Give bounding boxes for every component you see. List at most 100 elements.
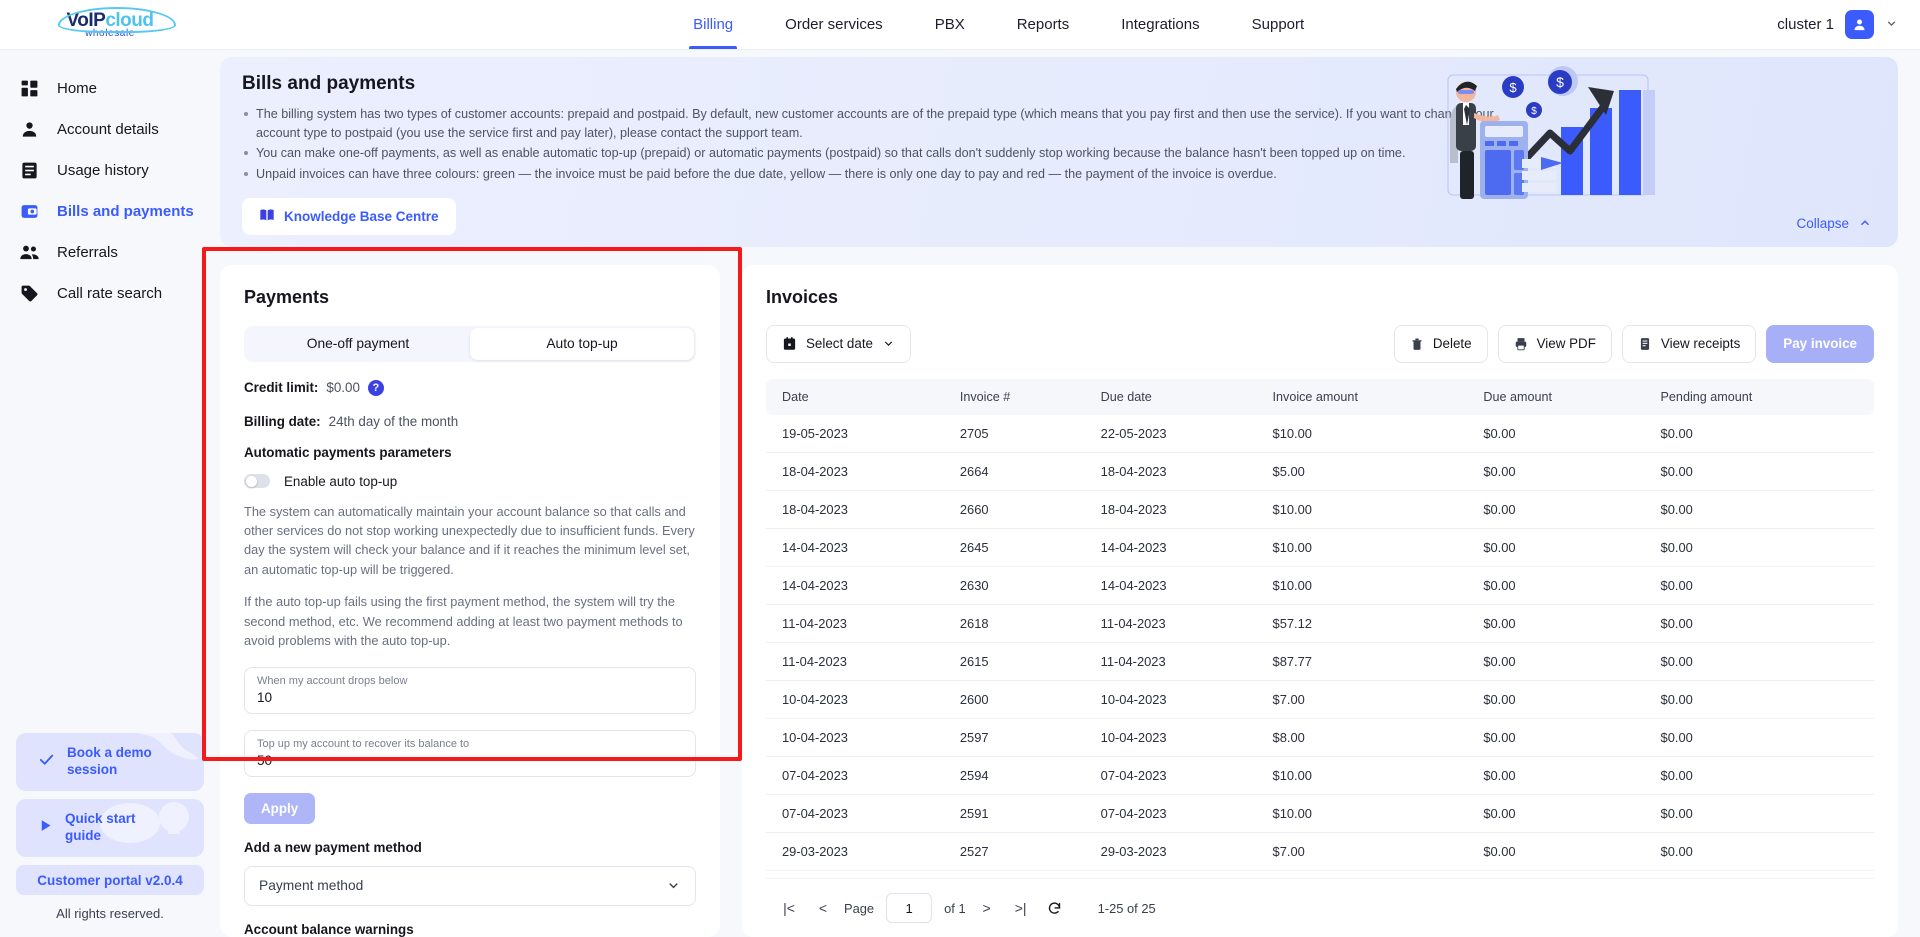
next-page-icon[interactable]: > bbox=[970, 893, 1004, 923]
payments-panel: Payments One-off payment Auto top-up Cre… bbox=[220, 264, 720, 937]
delete-label: Delete bbox=[1432, 336, 1472, 351]
help-icon[interactable]: ? bbox=[367, 379, 384, 396]
cell-due-date: 14-04-2023 bbox=[1090, 566, 1263, 605]
column-header-pending-amount: Pending amount bbox=[1650, 378, 1874, 415]
sidebar-item-home[interactable]: Home bbox=[0, 68, 220, 109]
cell-pending-amount: $0.00 bbox=[1650, 604, 1874, 643]
cell-due-amount: $0.00 bbox=[1473, 452, 1651, 491]
tab-label: Auto top-up bbox=[546, 336, 618, 351]
cell-pending-amount: $0.00 bbox=[1650, 680, 1874, 719]
cell-invoice-amount: $10.00 bbox=[1262, 870, 1474, 878]
delete-button[interactable]: Delete bbox=[1393, 324, 1488, 363]
table-row[interactable]: 07-04-2023 2591 07-04-2023 $10.00 $0.00 $0.00 bbox=[766, 794, 1874, 833]
banner-illustration: $ $ $ bbox=[1447, 66, 1655, 199]
cell-invoice-number: 2618 bbox=[949, 604, 1091, 643]
table-row[interactable]: 18-04-2023 2664 18-04-2023 $5.00 $0.00 $0.00 bbox=[766, 452, 1874, 491]
recover-balance-field[interactable]: Top up my account to recover its balance… bbox=[244, 729, 696, 777]
sidebar-item-usage-history[interactable]: Usage history bbox=[0, 150, 220, 191]
nav-label: Billing bbox=[693, 16, 734, 33]
select-date-button[interactable]: Select date bbox=[766, 324, 911, 363]
first-page-icon[interactable]: |< bbox=[772, 893, 806, 923]
sidebar-item-call-rate-search[interactable]: Call rate search bbox=[0, 273, 220, 314]
user-menu[interactable]: cluster 1 bbox=[1777, 10, 1920, 39]
printer-icon bbox=[1515, 337, 1526, 350]
cell-invoice-amount: $87.77 bbox=[1262, 642, 1474, 681]
sidebar-item-account-details[interactable]: Account details bbox=[0, 109, 220, 150]
table-row[interactable]: 10-04-2023 2597 10-04-2023 $8.00 $0.00 $0.00 bbox=[766, 718, 1874, 757]
main-navigation: Billing Order services PBX Reports Integ… bbox=[220, 0, 1777, 49]
previous-page-icon[interactable]: < bbox=[806, 893, 840, 923]
invoices-title: Invoices bbox=[766, 286, 839, 307]
wallet-icon bbox=[18, 201, 40, 223]
chevron-down-icon bbox=[669, 883, 678, 889]
sidebar-item-referrals[interactable]: Referrals bbox=[0, 232, 220, 273]
cell-due-amount: $0.00 bbox=[1473, 566, 1651, 605]
customer-portal-version[interactable]: Customer portal v2.0.4 bbox=[16, 865, 204, 895]
sidebar-item-bills-and-payments[interactable]: Bills and payments bbox=[0, 191, 220, 232]
of-pages-label: of 1 bbox=[944, 900, 966, 916]
apply-button[interactable]: Apply bbox=[244, 792, 316, 824]
avatar[interactable] bbox=[1845, 10, 1874, 39]
receipt-icon bbox=[1640, 337, 1649, 350]
knowledge-base-centre-button[interactable]: Knowledge Base Centre bbox=[242, 197, 456, 235]
nav-label: PBX bbox=[934, 16, 965, 33]
billing-date-row: Billing date: 24th day of the month bbox=[244, 414, 696, 429]
banner-bullet: The billing system has two types of cust… bbox=[242, 105, 1527, 142]
page-number-input[interactable]: 1 bbox=[886, 893, 933, 923]
tab-auto-top-up[interactable]: Auto top-up bbox=[470, 327, 694, 360]
view-receipts-button[interactable]: View receipts bbox=[1621, 324, 1757, 363]
book-demo-session-button[interactable]: Book a demo session bbox=[16, 733, 204, 791]
cell-pending-amount: $0.00 bbox=[1650, 490, 1874, 529]
brand-logo[interactable]: VoIPcloud wholesale bbox=[0, 6, 220, 39]
enable-auto-topup-row: Enable auto top-up bbox=[244, 474, 696, 489]
table-row[interactable]: 29-03-2023252429-03-2023$10.00$0.00$0.00 bbox=[766, 870, 1874, 878]
sidebar-footer: Book a demo session Quick start guide Cu… bbox=[0, 733, 220, 937]
nav-item-integrations[interactable]: Integrations bbox=[1095, 0, 1225, 49]
invoices-table-scroll[interactable]: Date Invoice # Due date Invoice amount D… bbox=[766, 363, 1874, 878]
payment-method-placeholder: Payment method bbox=[259, 878, 364, 894]
sidebar-item-label: Home bbox=[57, 80, 98, 97]
table-row[interactable]: 14-04-2023 2645 14-04-2023 $10.00 $0.00 $0.00 bbox=[766, 528, 1874, 567]
nav-item-support[interactable]: Support bbox=[1226, 0, 1331, 49]
table-row[interactable]: 18-04-2023 2660 18-04-2023 $10.00 $0.00 $0.00 bbox=[766, 490, 1874, 529]
drops-below-label: When my account drops below bbox=[257, 674, 408, 687]
collapse-banner-button[interactable]: Collapse bbox=[1796, 216, 1872, 231]
tab-one-off-payment[interactable]: One-off payment bbox=[246, 328, 470, 360]
cell-invoice-number: 2645 bbox=[949, 528, 1091, 567]
table-row[interactable]: 11-04-2023 2618 11-04-2023 $57.12 $0.00 $0.00 bbox=[766, 604, 1874, 643]
cell-invoice-amount: $8.00 bbox=[1262, 718, 1474, 757]
refresh-icon[interactable] bbox=[1038, 893, 1072, 923]
nav-item-reports[interactable]: Reports bbox=[991, 0, 1096, 49]
pay-invoice-button[interactable]: Pay invoice bbox=[1766, 324, 1874, 363]
recover-balance-label: Top up my account to recover its balance… bbox=[257, 737, 470, 750]
enable-auto-topup-toggle[interactable] bbox=[244, 474, 270, 488]
table-row[interactable]: 19-05-2023 2705 22-05-2023 $10.00 $0.00 $0.00 bbox=[766, 414, 1874, 453]
cell-invoice-number: 2660 bbox=[949, 490, 1091, 529]
payment-method-select[interactable]: Payment method bbox=[244, 865, 696, 906]
cell-invoice-number: 2524 bbox=[949, 870, 1091, 878]
drops-below-field[interactable]: When my account drops below 10 bbox=[244, 666, 696, 714]
dashboard-icon bbox=[18, 78, 40, 100]
table-row[interactable]: 11-04-2023 2615 11-04-2023 $87.77 $0.00 $0.00 bbox=[766, 642, 1874, 681]
table-row[interactable]: 07-04-2023 2594 07-04-2023 $10.00 $0.00 $0.00 bbox=[766, 756, 1874, 795]
cell-due-amount: $0.00 bbox=[1473, 490, 1651, 529]
page-label: Page bbox=[844, 900, 875, 916]
nav-item-billing[interactable]: Billing bbox=[667, 0, 759, 49]
add-payment-method-title: Add a new payment method bbox=[244, 839, 422, 855]
view-pdf-button[interactable]: View PDF bbox=[1497, 324, 1612, 363]
table-row[interactable]: 29-03-2023 2527 29-03-2023 $7.00 $0.00 $0.00 bbox=[766, 832, 1874, 871]
cell-pending-amount: $0.00 bbox=[1650, 528, 1874, 567]
table-row[interactable]: 10-04-2023 2600 10-04-2023 $7.00 $0.00 $0.00 bbox=[766, 680, 1874, 719]
nav-item-pbx[interactable]: PBX bbox=[909, 0, 991, 49]
payments-panel-wrapper: Payments One-off payment Auto top-up Cre… bbox=[202, 246, 742, 937]
cell-date: 11-04-2023 bbox=[766, 604, 950, 643]
nav-item-order-services[interactable]: Order services bbox=[759, 0, 909, 49]
table-row[interactable]: 14-04-2023 2630 14-04-2023 $10.00 $0.00 $0.00 bbox=[766, 566, 1874, 605]
chevron-down-icon[interactable] bbox=[1885, 17, 1898, 33]
last-page-icon[interactable]: >| bbox=[1004, 893, 1038, 923]
column-header-invoice-number: Invoice # bbox=[949, 378, 1091, 415]
svg-text:$: $ bbox=[1509, 80, 1517, 95]
cell-invoice-amount: $7.00 bbox=[1262, 680, 1474, 719]
quick-start-guide-button[interactable]: Quick start guide bbox=[16, 799, 204, 857]
list-icon bbox=[18, 160, 40, 182]
